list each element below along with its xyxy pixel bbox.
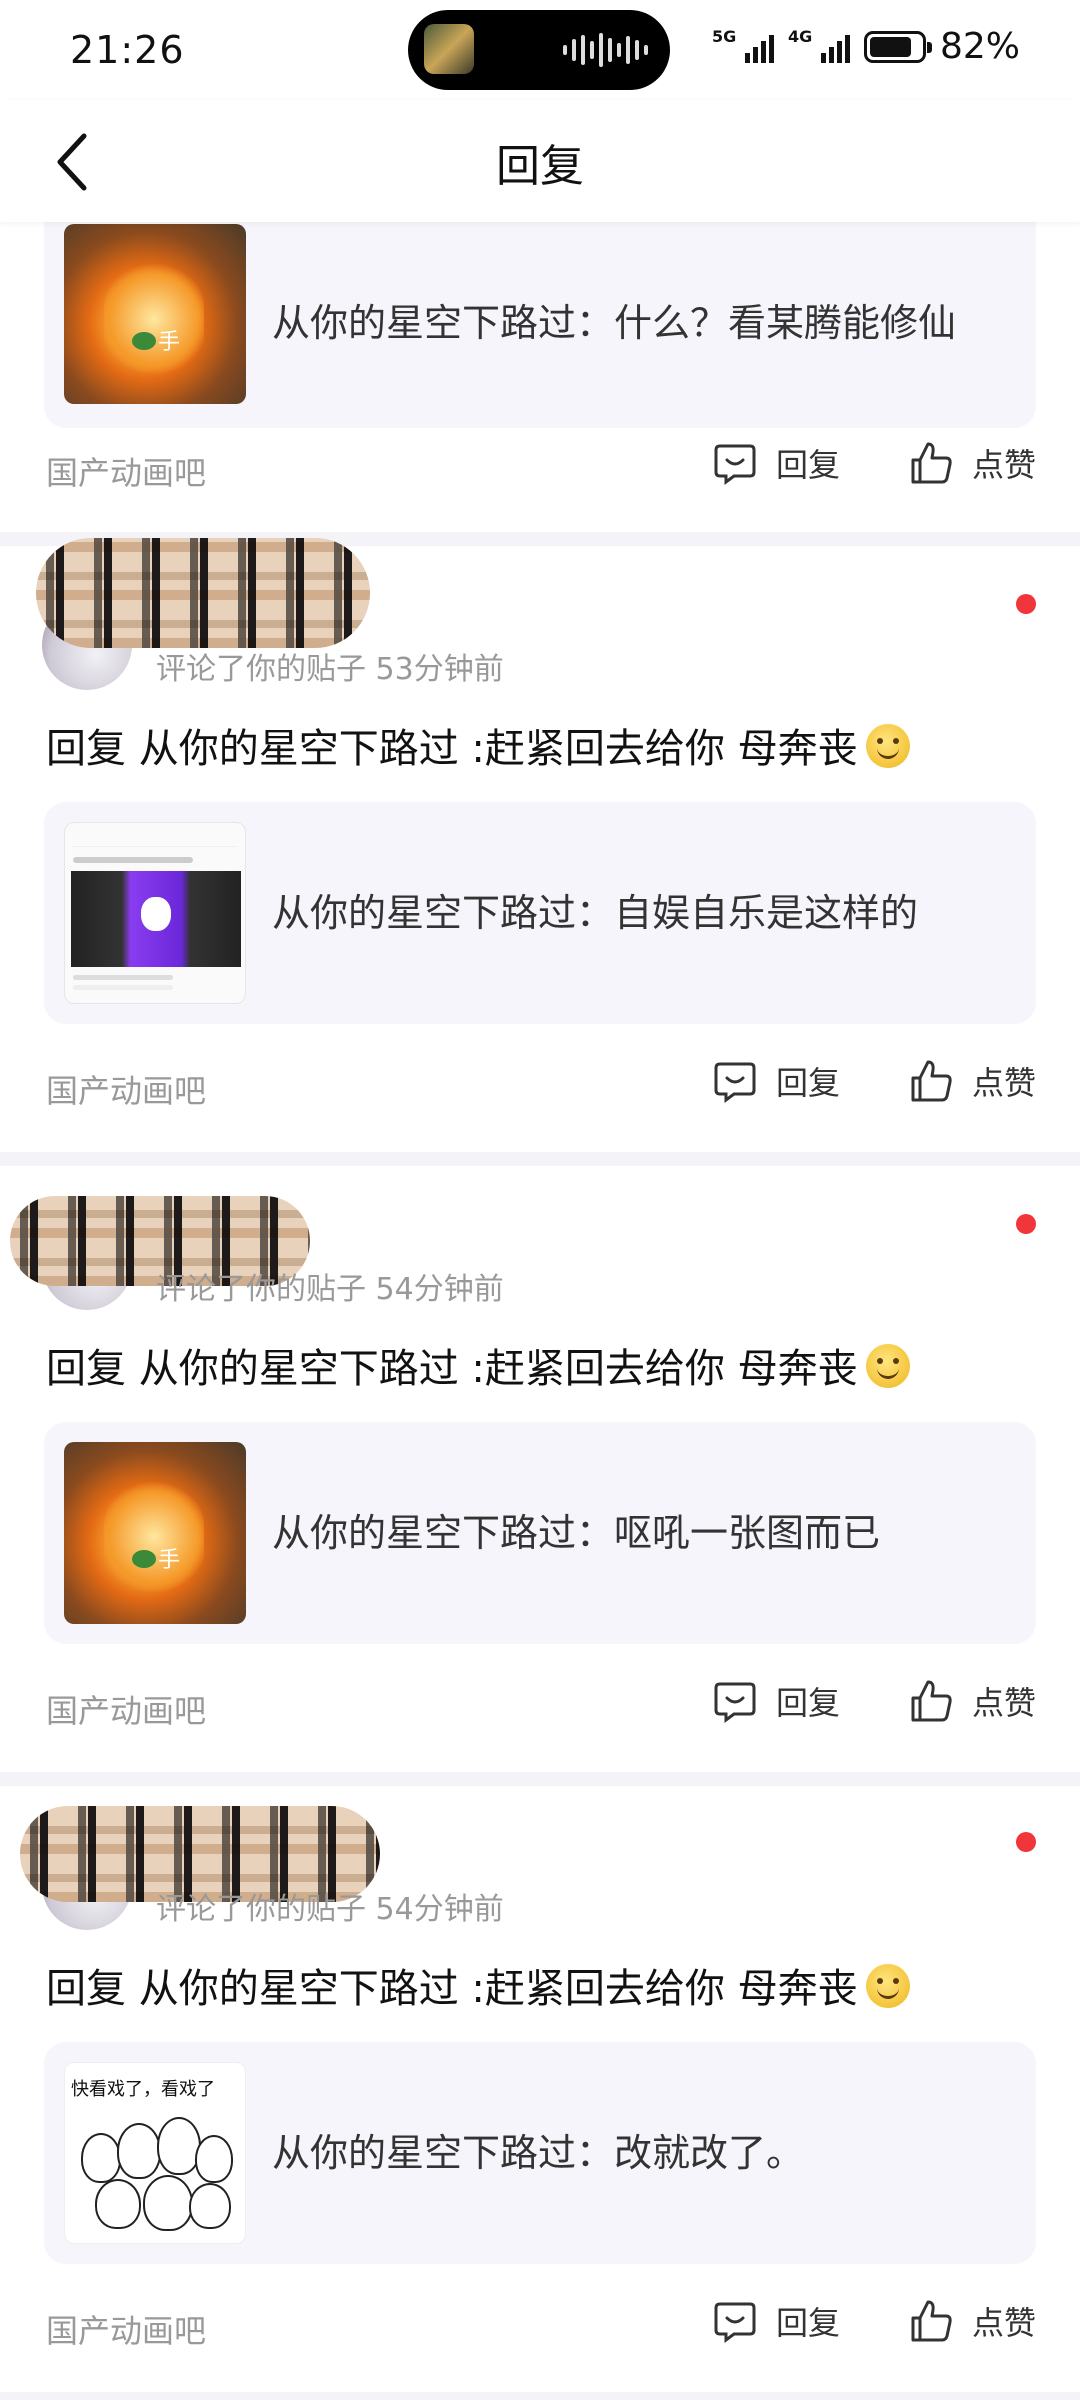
quoted-text: 从你的星空下路过：呕吼一张图而已 [272, 1511, 881, 1555]
divider [0, 1152, 1080, 1166]
post-thumbnail[interactable]: 快看戏了，看戏了 [64, 2062, 246, 2244]
quoted-text: 从你的星空下路过：什么？看某腾能修仙 [272, 301, 957, 345]
notification-card[interactable]: 评论了你的贴子 54分钟前 回复 从你的星空下路过 :赶紧回去给你 母奔丧 快看… [0, 1786, 1080, 2392]
forum-name[interactable]: 国产动画吧 [46, 1066, 206, 1112]
post-thumbnail[interactable]: 手 [64, 224, 246, 404]
reply-label: 回复 [776, 1684, 841, 1722]
like-button[interactable]: 点赞 [908, 440, 1036, 486]
smile-emoji-icon [865, 1964, 910, 2008]
post-thumbnail[interactable] [64, 822, 246, 1004]
thumbs-up-icon [911, 442, 952, 484]
comment-bubble-icon [714, 2302, 756, 2343]
dynamic-island[interactable] [408, 10, 670, 90]
reply-button[interactable]: 回复 [712, 440, 840, 486]
like-label: 点赞 [972, 1684, 1037, 1722]
like-label: 点赞 [972, 446, 1037, 484]
like-button[interactable]: 点赞 [908, 2298, 1036, 2344]
reply-button[interactable]: 回复 [712, 2298, 840, 2344]
forum-name[interactable]: 国产动画吧 [46, 2306, 206, 2352]
notification-card[interactable]: 评论了你的贴子 54分钟前 回复 从你的星空下路过 :赶紧回去给你 母奔丧 手 … [0, 1166, 1080, 1772]
signal-4g-icon: 4G [788, 27, 850, 67]
quoted-text: 从你的星空下路过：自娱自乐是这样的 [272, 891, 919, 935]
page-title: 回复 [496, 141, 584, 192]
unread-dot [1016, 594, 1036, 614]
thumbs-up-icon [911, 1680, 952, 1722]
reply-button[interactable]: 回复 [712, 1678, 840, 1724]
forum-name[interactable]: 国产动画吧 [46, 1686, 206, 1732]
notification-meta: 评论了你的贴子 54分钟前 [156, 1272, 504, 1307]
smile-emoji-icon [865, 1344, 910, 1388]
forum-name[interactable]: 国产动画吧 [46, 448, 206, 494]
quoted-text: 从你的星空下路过：改就改了。 [272, 2131, 805, 2175]
notification-meta: 评论了你的贴子 54分钟前 [156, 1892, 504, 1927]
status-bar: 21:26 5G 4G 82% [0, 0, 1080, 100]
post-thumbnail[interactable]: 手 [64, 1442, 246, 1624]
audio-wave-icon [563, 32, 648, 68]
reply-label: 回复 [776, 1064, 841, 1102]
reply-content[interactable]: 回复 从你的星空下路过 :赶紧回去给你 母奔丧 [46, 1956, 910, 2014]
comment-bubble-icon [714, 1682, 756, 1723]
notification-card[interactable]: 手 从你的星空下路过：什么？看某腾能修仙 国产动画吧 回复 点赞 [0, 198, 1080, 532]
comment-bubble-icon [714, 444, 756, 485]
status-time: 21:26 [70, 28, 185, 72]
quoted-post[interactable]: 从你的星空下路过：自娱自乐是这样的 [44, 802, 1036, 1024]
reply-content[interactable]: 回复 从你的星空下路过 :赶紧回去给你 母奔丧 [46, 716, 910, 774]
comment-bubble-icon [714, 1062, 756, 1103]
divider [0, 2392, 1080, 2400]
like-button[interactable]: 点赞 [908, 1058, 1036, 1104]
signal-5g-icon: 5G [712, 27, 774, 67]
thumbnail-caption: 快看戏了，看戏了 [71, 2079, 215, 2100]
unread-dot [1016, 1832, 1036, 1852]
battery-percent: 82% [939, 26, 1020, 67]
status-indicators: 5G 4G 82% [712, 26, 1020, 67]
smile-emoji-icon [865, 724, 910, 768]
quoted-post[interactable]: 快看戏了，看戏了 从你的星空下路过：改就改了。 [44, 2042, 1036, 2264]
like-button[interactable]: 点赞 [908, 1678, 1036, 1724]
redacted-username [36, 538, 370, 648]
quoted-post[interactable]: 手 从你的星空下路过：呕吼一张图而已 [44, 1422, 1036, 1644]
thumbs-up-icon [911, 1060, 952, 1102]
divider [0, 1772, 1080, 1786]
battery-icon [863, 30, 932, 63]
like-label: 点赞 [972, 2304, 1037, 2342]
page-header: 回复 [0, 100, 1080, 222]
media-thumbnail [424, 24, 474, 74]
quoted-post[interactable]: 手 从你的星空下路过：什么？看某腾能修仙 [44, 198, 1036, 428]
unread-dot [1016, 1214, 1036, 1234]
notification-meta: 评论了你的贴子 53分钟前 [156, 652, 504, 687]
reply-content[interactable]: 回复 从你的星空下路过 :赶紧回去给你 母奔丧 [46, 1336, 910, 1394]
thumbs-up-icon [911, 2300, 952, 2342]
reply-label: 回复 [776, 2304, 841, 2342]
like-label: 点赞 [972, 1064, 1037, 1102]
notification-card[interactable]: 评论了你的贴子 53分钟前 回复 从你的星空下路过 :赶紧回去给你 母奔丧 从你… [0, 538, 1080, 1152]
reply-label: 回复 [776, 446, 841, 484]
reply-button[interactable]: 回复 [712, 1058, 840, 1104]
